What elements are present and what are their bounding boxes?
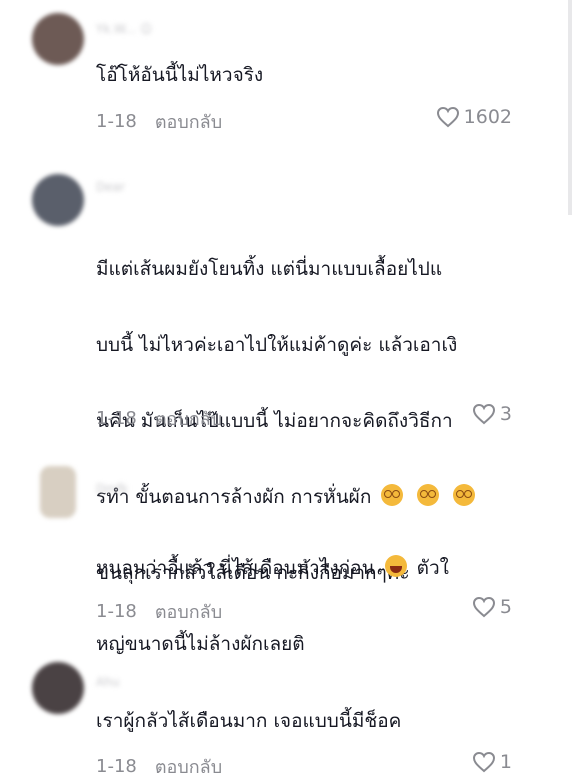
comment-meta: 1-18 ตอบกลับ bbox=[96, 404, 222, 433]
comment-line: หนอนว่าอื้แล้ว นี่ไส้เดือนมาไงก่อน bbox=[96, 557, 375, 579]
like-button[interactable]: 3 bbox=[472, 403, 512, 425]
comment-date: 1-18 bbox=[96, 756, 137, 777]
comment-date: 1-18 bbox=[96, 408, 137, 429]
dizzy-face-emoji bbox=[417, 484, 440, 506]
username[interactable]: Ahu bbox=[96, 675, 119, 689]
comment-meta: 1-18 ตอบกลับ bbox=[96, 752, 222, 781]
like-count: 1602 bbox=[463, 106, 512, 128]
like-count: 1 bbox=[499, 751, 512, 773]
avatar[interactable] bbox=[32, 662, 84, 714]
comment-text: โอ๊โห้อันนี้ไม่ไหวจริง bbox=[96, 64, 264, 86]
username[interactable]: Dmfk bbox=[96, 482, 128, 496]
username[interactable]: Dear bbox=[96, 180, 125, 194]
heart-outline-icon bbox=[436, 106, 459, 128]
dizzy-face-emoji bbox=[453, 484, 476, 506]
comment-date: 1-18 bbox=[96, 111, 137, 132]
reply-button[interactable]: ตอบกลับ bbox=[155, 404, 222, 433]
comment-line: บบนี้ ไม่ไหวค่ะเอาไปให้แม่ค้าดูค่ะ แล้วเ… bbox=[96, 334, 458, 356]
like-button[interactable]: 1 bbox=[472, 751, 512, 773]
comment-line: มีแต่เส้นผมยังโยนทิ้ง แต่นี่มาแบบเลื้อยไ… bbox=[96, 258, 443, 280]
comment-text: เราผู้กลัวไส้เดือนมาก เจอแบบนี้มีช็อค bbox=[96, 710, 402, 732]
comment-date: 1-18 bbox=[96, 601, 137, 622]
dizzy-face-emoji bbox=[381, 484, 404, 506]
comment-meta: 1-18 ตอบกลับ bbox=[96, 597, 222, 626]
comment-line: หญ่ขนาดนี้ไม่ล้างผักเลยติ bbox=[96, 633, 305, 655]
heart-outline-icon bbox=[472, 751, 495, 773]
like-count: 5 bbox=[499, 596, 512, 618]
like-button[interactable]: 1602 bbox=[436, 106, 512, 128]
heart-outline-icon bbox=[472, 596, 495, 618]
scrollbar-track[interactable] bbox=[568, 0, 572, 215]
reply-button[interactable]: ตอบกลับ bbox=[155, 597, 222, 626]
reply-button[interactable]: ตอบกลับ bbox=[155, 752, 222, 781]
avatar[interactable] bbox=[32, 13, 84, 65]
comment-meta: 1-18 ตอบกลับ bbox=[96, 107, 222, 136]
like-button[interactable]: 5 bbox=[472, 596, 512, 618]
reply-button[interactable]: ตอบกลับ bbox=[155, 107, 222, 136]
laughing-face-emoji bbox=[384, 555, 407, 577]
avatar[interactable] bbox=[40, 466, 76, 518]
like-count: 3 bbox=[499, 403, 512, 425]
comment-line: รทำ ขั้นตอนการล้างผัก การหั่นผัก bbox=[96, 486, 372, 508]
comment-line-suffix: ตัวใ bbox=[416, 557, 449, 579]
avatar[interactable] bbox=[32, 174, 84, 226]
heart-outline-icon bbox=[472, 403, 495, 425]
comment-line-with-emoji: หนอนว่าอื้แล้ว นี่ไส้เดือนมาไงก่อน ตัวใ bbox=[96, 549, 516, 587]
username[interactable]: Yk.W... ☺ bbox=[96, 22, 152, 36]
